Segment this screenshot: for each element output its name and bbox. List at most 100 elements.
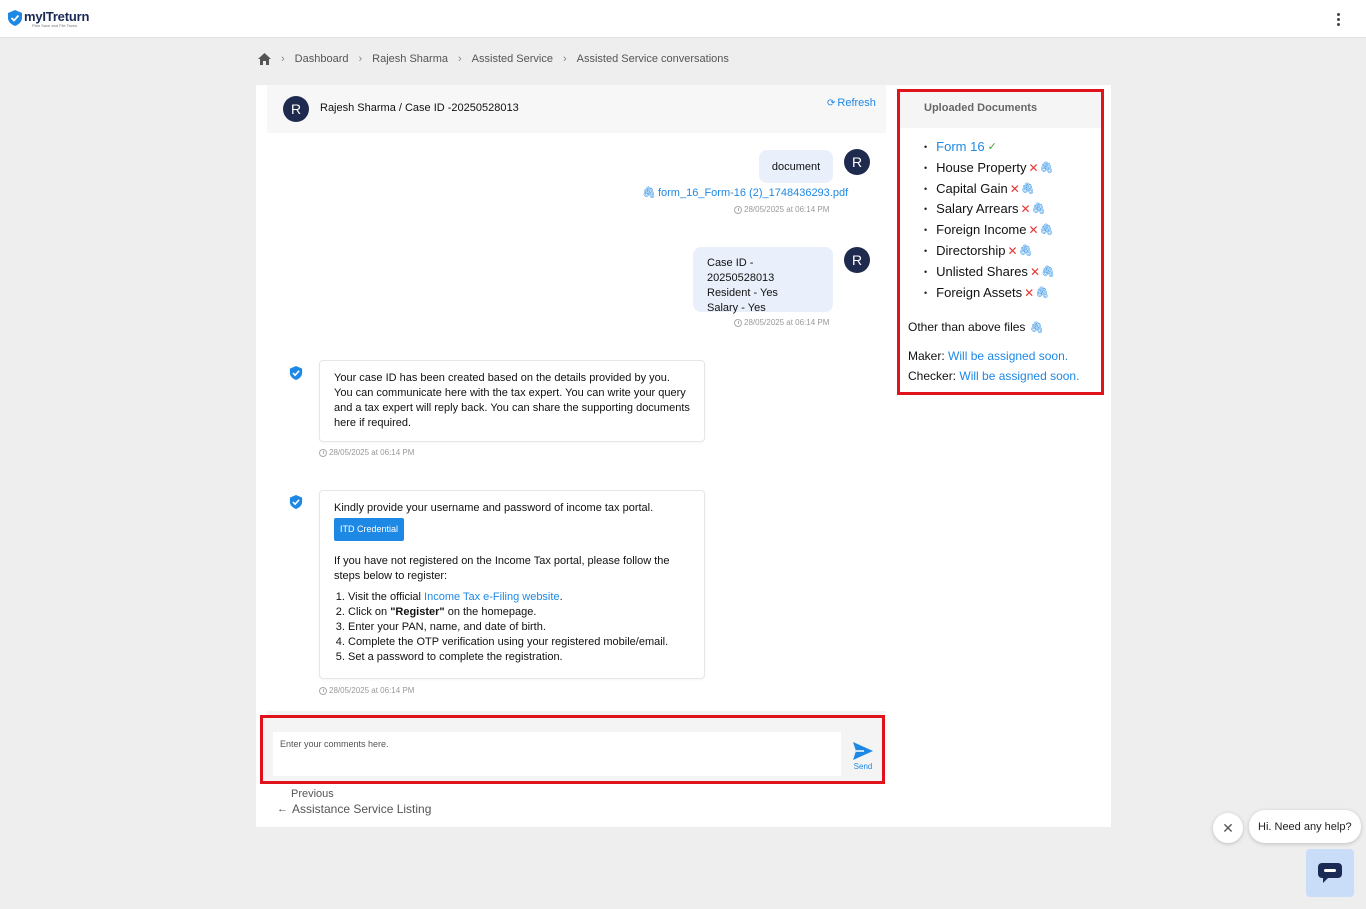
breadcrumb-separator: › xyxy=(358,53,363,65)
checker-label: Checker: xyxy=(908,369,957,383)
send-button[interactable]: Send xyxy=(851,742,875,771)
breadcrumb-separator: › xyxy=(562,53,567,65)
chat-bubble-icon xyxy=(1318,863,1342,883)
chat-launcher-button[interactable] xyxy=(1306,849,1354,897)
app-logo[interactable]: myITreturn Plan Save and File Taxes xyxy=(8,10,89,28)
cross-icon: ✕ xyxy=(1007,243,1018,258)
more-options-icon[interactable] xyxy=(1329,12,1347,30)
message-line: Resident - Yes xyxy=(707,287,778,299)
breadcrumb-separator: › xyxy=(458,53,462,65)
step-item: Complete the OTP verification using your… xyxy=(348,635,690,650)
refresh-button[interactable]: ⟳ Refresh xyxy=(827,97,876,109)
cross-icon: ✕ xyxy=(1024,285,1035,300)
paperclip-icon[interactable]: 🖇 xyxy=(1041,262,1055,283)
previous-target: Assistance Service Listing xyxy=(292,802,432,816)
paperclip-icon[interactable]: 🖇 xyxy=(1019,241,1033,262)
clock-icon xyxy=(734,205,742,214)
timestamp-text: 28/05/2025 at 06:14 PM xyxy=(744,205,830,214)
refresh-label: Refresh xyxy=(837,97,876,109)
doc-item-form-16[interactable]: Form 16✓ xyxy=(924,137,1055,158)
breadcrumb-separator: › xyxy=(281,53,285,65)
client-avatar: R xyxy=(283,96,309,122)
cross-icon: ✕ xyxy=(1028,223,1039,238)
clock-icon xyxy=(734,318,742,327)
clock-icon xyxy=(319,448,327,457)
doc-item-house-property: House Property✕🖇 xyxy=(924,158,1055,179)
register-steps: Visit the official Income Tax e-Filing w… xyxy=(334,590,690,665)
paperclip-icon[interactable]: 🖇 xyxy=(1021,179,1035,200)
message-timestamp: 28/05/2025 at 06:14 PM xyxy=(734,205,829,214)
cross-icon: ✕ xyxy=(1028,160,1039,175)
expert-message: Your case ID has been created based on t… xyxy=(319,360,705,442)
user-avatar: R xyxy=(844,149,870,175)
attachment-link[interactable]: 🖇 form_16_Form-16 (2)_1748436293.pdf xyxy=(642,186,849,200)
chat-title: Rajesh Sharma / Case ID -20250528013 xyxy=(320,102,519,114)
arrow-left-icon: ← xyxy=(277,803,288,815)
verified-expert-icon xyxy=(289,495,303,509)
breadcrumb-current: Assisted Service conversations xyxy=(576,53,729,65)
doc-item-salary-arrears: Salary Arrears✕🖇 xyxy=(924,199,1055,220)
paperclip-icon[interactable]: 🖇 xyxy=(1035,283,1049,304)
message-line: Salary - Yes xyxy=(707,302,766,314)
breadcrumb-assisted-service[interactable]: Assisted Service xyxy=(472,53,553,65)
step-item: Click on "Register" on the homepage. xyxy=(348,605,690,620)
other-files-label: Other than above files xyxy=(908,320,1026,334)
send-icon xyxy=(853,742,873,760)
step-item: Set a password to complete the registrat… xyxy=(348,650,690,665)
app-name: myITreturn xyxy=(24,9,90,24)
checker-row: Checker: Will be assigned soon. xyxy=(908,369,1079,383)
docs-title: Uploaded Documents xyxy=(924,102,1038,114)
paperclip-icon[interactable]: 🖇 xyxy=(1040,158,1054,179)
clock-icon xyxy=(319,686,327,695)
step-item: Visit the official Income Tax e-Filing w… xyxy=(348,590,690,605)
cross-icon: ✕ xyxy=(1029,264,1040,279)
cross-icon: ✕ xyxy=(1009,181,1020,196)
message-timestamp: 28/05/2025 at 06:14 PM xyxy=(734,318,829,327)
previous-label: Previous xyxy=(291,788,334,800)
verified-expert-icon xyxy=(289,366,303,380)
paperclip-icon[interactable]: 🖇 xyxy=(1030,322,1044,334)
doc-item-unlisted-shares: Unlisted Shares✕🖇 xyxy=(924,262,1055,283)
doc-item-capital-gain: Capital Gain✕🖇 xyxy=(924,179,1055,200)
user-message: Case ID - 20250528013 Resident - Yes Sal… xyxy=(693,247,833,314)
message-text: document xyxy=(771,160,821,173)
top-bar: myITreturn Plan Save and File Taxes xyxy=(0,0,1366,38)
previous-link[interactable]: Previous ← Assistance Service Listing xyxy=(277,788,431,816)
timestamp-text: 28/05/2025 at 06:14 PM xyxy=(744,318,830,327)
comment-input[interactable] xyxy=(273,732,841,776)
paperclip-icon[interactable]: 🖇 xyxy=(1040,220,1054,241)
expert-message: Kindly provide your username and passwor… xyxy=(319,490,705,679)
attachment-filename: form_16_Form-16 (2)_1748436293.pdf xyxy=(657,186,849,199)
step-item: Enter your PAN, name, and date of birth. xyxy=(348,620,690,635)
message-text: If you have not registered on the Income… xyxy=(334,555,670,582)
breadcrumb-client[interactable]: Rajesh Sharma xyxy=(372,53,448,65)
breadcrumb-dashboard[interactable]: Dashboard xyxy=(295,53,349,65)
shield-check-icon xyxy=(8,10,22,26)
cross-icon: ✕ xyxy=(1020,202,1031,217)
paperclip-icon[interactable]: 🖇 xyxy=(1032,199,1046,220)
message-line: Case ID - 20250528013 xyxy=(707,257,775,284)
doc-item-foreign-assets: Foreign Assets✕🖇 xyxy=(924,283,1055,304)
message-text: Kindly provide your username and passwor… xyxy=(334,502,654,514)
user-message: document xyxy=(759,150,833,183)
refresh-icon: ⟳ xyxy=(827,97,836,109)
maker-row: Maker: Will be assigned soon. xyxy=(908,349,1068,363)
doc-item-foreign-income: Foreign Income✕🖇 xyxy=(924,220,1055,241)
user-avatar: R xyxy=(844,247,870,273)
message-text: Your case ID has been created based on t… xyxy=(334,372,690,429)
help-prompt[interactable]: Hi. Need any help? xyxy=(1249,810,1361,843)
maker-value: Will be assigned soon. xyxy=(948,349,1069,363)
document-list: Form 16✓ House Property✕🖇 Capital Gain✕🖇… xyxy=(924,137,1055,303)
close-help-button[interactable]: ✕ xyxy=(1213,813,1243,843)
other-files-row: Other than above files 🖇 xyxy=(908,320,1044,334)
efiling-link[interactable]: Income Tax e-Filing website xyxy=(424,591,560,603)
send-label: Send xyxy=(853,762,873,771)
paperclip-icon: 🖇 xyxy=(642,187,656,199)
doc-item-directorship: Directorship✕🖇 xyxy=(924,241,1055,262)
timestamp-text: 28/05/2025 at 06:14 PM xyxy=(329,448,415,457)
home-icon[interactable] xyxy=(258,53,271,65)
breadcrumb: › Dashboard › Rajesh Sharma › Assisted S… xyxy=(258,53,729,65)
itd-credential-button[interactable]: ITD Credential xyxy=(334,518,405,541)
checker-value: Will be assigned soon. xyxy=(959,369,1080,383)
timestamp-text: 28/05/2025 at 06:14 PM xyxy=(329,686,415,695)
